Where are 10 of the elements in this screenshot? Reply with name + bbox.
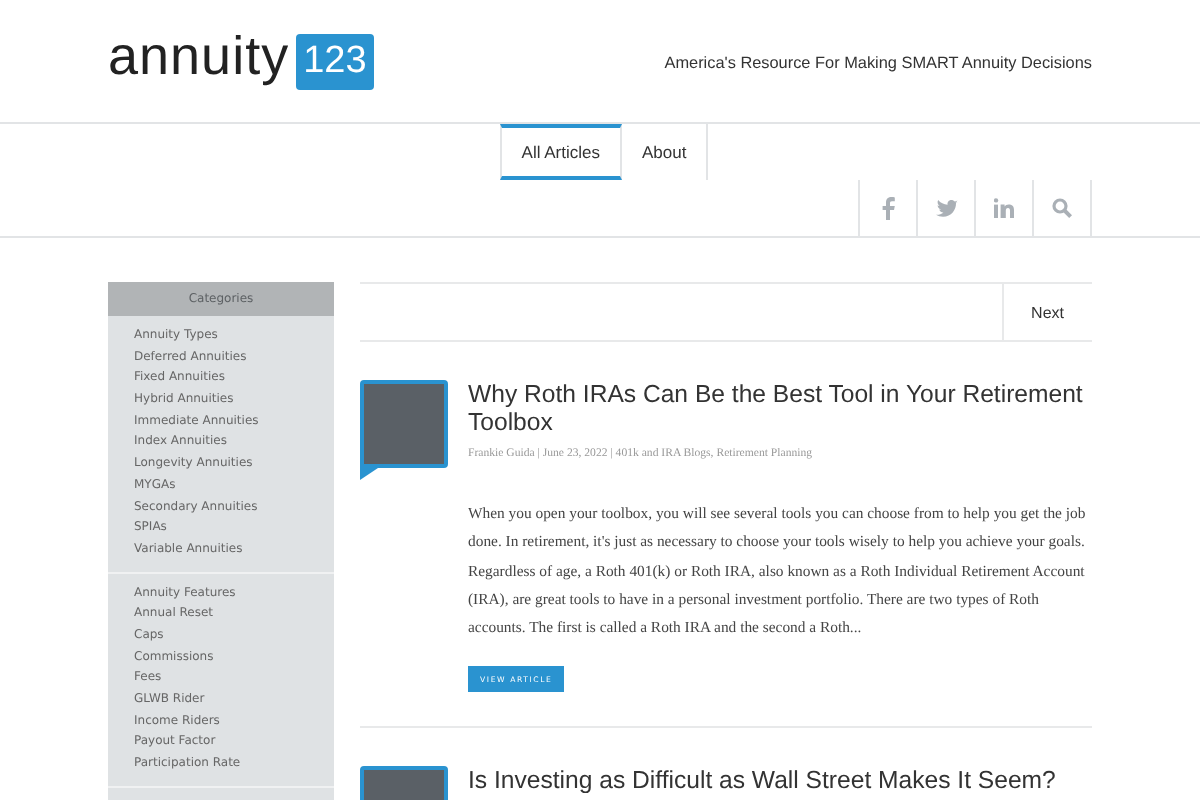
search-icon[interactable]	[1032, 180, 1092, 236]
next-button[interactable]: Next	[1001, 284, 1092, 340]
article-title[interactable]: Is Investing as Difficult as Wall Street Makes It Seem?	[468, 766, 1092, 795]
logo-badge: 123	[295, 33, 375, 89]
article-title[interactable]: Why Roth IRAs Can Be the Best Tool in Your Retirement Toolbox	[468, 380, 1092, 436]
logo-wordmark: annuity	[108, 25, 290, 85]
author-photo-placeholder	[360, 380, 448, 480]
site-tagline: America's Resource For Making SMART Annuity Decisions	[664, 53, 1092, 71]
nav-tab[interactable]: About	[622, 124, 709, 180]
nav-tab[interactable]: All Articles	[499, 124, 622, 180]
